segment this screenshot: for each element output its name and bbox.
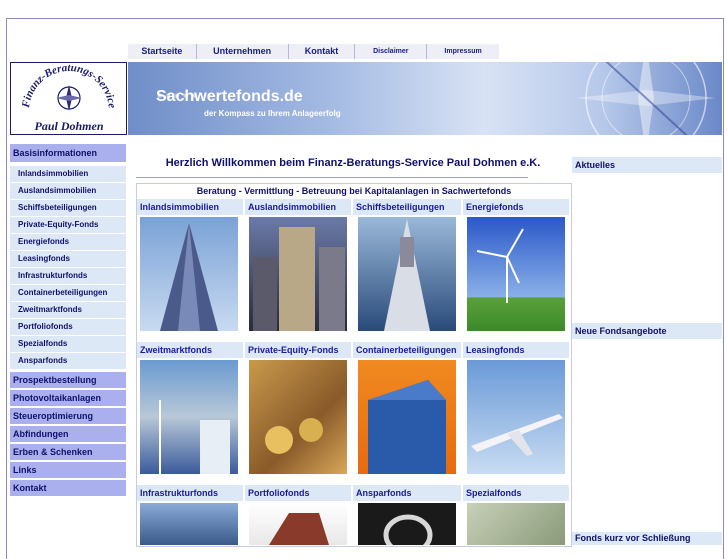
sidebar-item-ansparfonds[interactable]: Ansparfonds xyxy=(10,353,126,369)
sidebar-item-leasingfonds[interactable]: Leasingfonds xyxy=(10,251,126,267)
aktuelles-heading: Aktuelles xyxy=(572,157,722,173)
tagline: Beratung - Vermittlung - Betreuung bei K… xyxy=(196,186,512,196)
neue-fondsangebote-heading: Neue Fondsangebote xyxy=(572,323,722,339)
category-containerbeteiligungen[interactable]: Containerbeteiligungen xyxy=(353,342,461,358)
skyline-icon xyxy=(253,227,345,331)
compass-logo-icon: Finanz-Beratungs-Service Paul Dohmen xyxy=(20,62,118,133)
airplane-icon xyxy=(471,414,563,456)
sidebar-item-abfindungen[interactable]: Abfindungen xyxy=(10,426,126,442)
top-nav: Startseite Unternehmen Kontakt Disclaime… xyxy=(128,44,499,59)
container-icon xyxy=(368,380,446,474)
image-ansparfonds[interactable] xyxy=(358,503,456,556)
welcome-heading: Herzlich Willkommen beim Finanz-Beratung… xyxy=(165,157,541,169)
category-ansparfonds[interactable]: Ansparfonds xyxy=(353,485,461,501)
sidebar-item-auslandsimmobilien[interactable]: Auslandsimmobilien xyxy=(10,183,126,199)
sidebar-item-erben-schenken[interactable]: Erben & Schenken xyxy=(10,444,126,460)
piggy-icon xyxy=(383,514,433,556)
category-inlandsimmobilien[interactable]: Inlandsimmobilien xyxy=(137,199,243,215)
image-auslandsimmobilien[interactable] xyxy=(249,217,347,331)
collage-icon xyxy=(159,400,230,474)
sidebar-item-inlandsimmobilien[interactable]: Inlandsimmobilien xyxy=(10,166,126,182)
divider xyxy=(136,177,528,178)
category-leasingfonds[interactable]: Leasingfonds xyxy=(463,342,569,358)
sidebar: Basisinformationen Inlandsimmobilien Aus… xyxy=(10,144,126,498)
money-icon xyxy=(265,418,323,454)
compass-icon xyxy=(576,62,716,135)
logo-name: Paul Dohmen xyxy=(34,119,103,133)
header-banner: ····· Sachwertefonds.de der Kompass zu I… xyxy=(128,62,722,135)
wind-turbine-icon xyxy=(476,228,524,303)
category-auslandsimmobilien[interactable]: Auslandsimmobilien xyxy=(245,199,351,215)
image-spezialfonds[interactable] xyxy=(467,503,565,545)
category-zweitmarktfonds[interactable]: Zweitmarktfonds xyxy=(137,342,243,358)
banner-title: Sachwertefonds.de xyxy=(156,88,303,105)
sidebar-item-steueroptimierung[interactable]: Steueroptimierung xyxy=(10,408,126,424)
category-portfoliofonds[interactable]: Portfoliofonds xyxy=(245,485,351,501)
image-energiefonds[interactable] xyxy=(467,217,565,331)
category-infrastrukturfonds[interactable]: Infrastrukturfonds xyxy=(137,485,243,501)
category-schiffsbeteiligungen[interactable]: Schiffsbeteiligungen xyxy=(353,199,461,215)
sidebar-item-kontakt[interactable]: Kontakt xyxy=(10,480,126,496)
nav-impressum[interactable]: Impressum xyxy=(427,44,499,59)
category-private-equity-fonds[interactable]: Private-Equity-Fonds xyxy=(245,342,351,358)
sidebar-item-portfoliofonds[interactable]: Portfoliofonds xyxy=(10,319,126,335)
sidebar-item-prospektbestellung[interactable]: Prospektbestellung xyxy=(10,372,126,388)
category-spezialfonds[interactable]: Spezialfonds xyxy=(463,485,569,501)
sidebar-item-photovoltaikanlagen[interactable]: Photovoltaikanlagen xyxy=(10,390,126,406)
sidebar-heading[interactable]: Basisinformationen xyxy=(10,144,126,162)
ship-icon xyxy=(384,219,430,331)
sidebar-item-spezialfonds[interactable]: Spezialfonds xyxy=(10,336,126,352)
sidebar-item-private-equity[interactable]: Private-Equity-Fonds xyxy=(10,217,126,233)
nav-unternehmen[interactable]: Unternehmen xyxy=(197,44,289,59)
sidebar-item-schiffsbeteiligungen[interactable]: Schiffsbeteiligungen xyxy=(10,200,126,216)
nav-startseite[interactable]: Startseite xyxy=(128,44,197,59)
tower-icon xyxy=(160,223,218,331)
fonds-kurz-vor-schliessung-heading: Fonds kurz vor Schließung xyxy=(572,532,722,545)
banner-subtitle: der Kompass zu Ihrem Anlageerfolg xyxy=(204,109,341,118)
image-zweitmarktfonds[interactable] xyxy=(140,360,238,474)
sidebar-item-energiefonds[interactable]: Energiefonds xyxy=(10,234,126,250)
nav-kontakt[interactable]: Kontakt xyxy=(289,44,356,59)
sidebar-item-links[interactable]: Links xyxy=(10,462,126,478)
image-leasingfonds[interactable] xyxy=(467,360,565,474)
sidebar-item-zweitmarktfonds[interactable]: Zweitmarktfonds xyxy=(10,302,126,318)
category-energiefonds[interactable]: Energiefonds xyxy=(463,199,569,215)
nav-disclaimer[interactable]: Disclaimer xyxy=(355,44,428,59)
image-schiffsbeteiligungen[interactable] xyxy=(358,217,456,331)
image-inlandsimmobilien[interactable] xyxy=(140,217,238,331)
image-infrastrukturfonds[interactable] xyxy=(140,503,238,545)
image-containerbeteiligungen[interactable] xyxy=(358,360,456,474)
sidebar-item-infrastrukturfonds[interactable]: Infrastrukturfonds xyxy=(10,268,126,284)
logo[interactable]: Finanz-Beratungs-Service Paul Dohmen xyxy=(10,62,127,135)
image-portfoliofonds[interactable] xyxy=(249,503,347,545)
image-private-equity-fonds[interactable] xyxy=(249,360,347,474)
sidebar-item-containerbeteiligungen[interactable]: Containerbeteiligungen xyxy=(10,285,126,301)
house-icon xyxy=(269,513,329,545)
